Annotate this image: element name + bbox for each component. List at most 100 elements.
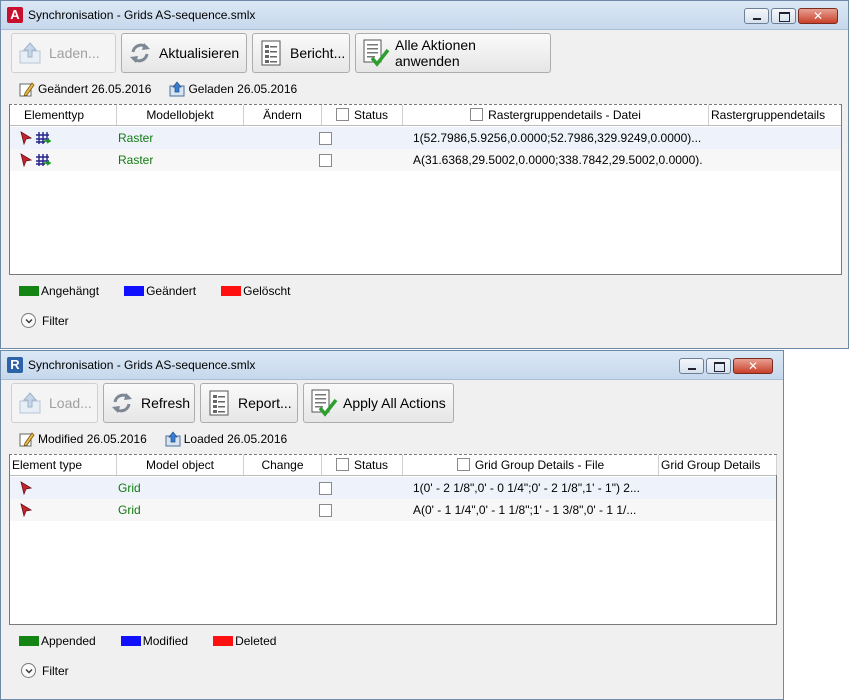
loaded-date: Geladen 26.05.2016 <box>188 82 298 96</box>
window-title: Synchronisation - Grids AS-sequence.smlx <box>28 8 256 22</box>
maximize-icon <box>779 12 790 22</box>
filter-expander[interactable]: Filter <box>21 313 69 328</box>
header-change[interactable]: Change <box>244 455 322 475</box>
close-icon: ✕ <box>747 359 759 373</box>
info-line: Geändert 26.05.2016 Geladen 26.05.2016 <box>19 81 297 97</box>
header-model-object[interactable]: Modellobjekt <box>117 105 244 125</box>
table-row[interactable]: Grid 1(0' - 2 1/8",0' - 0 1/4";0' - 2 1/… <box>10 477 776 499</box>
appended-swatch <box>19 286 39 296</box>
close-button[interactable]: ✕ <box>798 8 838 24</box>
load-icon <box>16 389 44 417</box>
grid-element-icon <box>35 153 51 167</box>
refresh-button-label: Aktualisieren <box>159 45 240 61</box>
header-element-type[interactable]: Element type <box>10 455 117 475</box>
header-model-object[interactable]: Model object <box>117 455 244 475</box>
legend-modified-label: Modified <box>142 634 189 648</box>
loaded-info: Geladen 26.05.2016 <box>169 81 297 97</box>
grid-element-icon <box>35 131 51 145</box>
legend-modified: Modified <box>120 634 189 648</box>
status-checkbox[interactable] <box>319 482 332 495</box>
header-details-file[interactable]: Rastergruppendetails - Datei <box>403 105 709 125</box>
header-details-file[interactable]: Grid Group Details - File <box>403 455 659 475</box>
minimize-button[interactable] <box>679 358 704 374</box>
legend-deleted-label: Deleted <box>235 634 277 648</box>
window-title: Synchronisation - Grids AS-sequence.smlx <box>28 358 256 372</box>
minimize-icon <box>753 18 761 20</box>
refresh-button-label: Refresh <box>141 395 191 411</box>
loaded-info: Loaded 26.05.2016 <box>165 431 287 447</box>
details-file-header-checkbox[interactable] <box>456 458 470 471</box>
loaded-date: Loaded 26.05.2016 <box>183 432 288 446</box>
maximize-button[interactable] <box>706 358 731 374</box>
details-file-cell: 1(52.7986,5.9256,0.0000;52.7986,329.9249… <box>413 131 702 145</box>
chevron-down-icon[interactable] <box>21 313 36 328</box>
header-element-type[interactable]: Elementtyp <box>10 105 117 125</box>
filter-expander[interactable]: Filter <box>21 663 69 678</box>
chevron-down-icon[interactable] <box>21 663 36 678</box>
modified-swatch <box>124 286 145 296</box>
legend-deleted-label: Gelöscht <box>243 284 291 298</box>
details-file-header-checkbox[interactable] <box>470 108 484 121</box>
table-row[interactable]: Grid A(0' - 1 1/4",0' - 1 1/8";1' - 1 3/… <box>10 499 776 521</box>
apply-all-actions-button[interactable]: Alle Aktionen anwenden <box>355 33 551 73</box>
header-details[interactable]: Grid Group Details <box>659 455 777 475</box>
legend-deleted: Gelöscht <box>221 284 290 298</box>
header-status-label: Status <box>353 108 389 122</box>
header-status-label: Status <box>353 458 389 472</box>
report-button[interactable]: Bericht... <box>252 33 350 73</box>
modified-date: Geändert 26.05.2016 <box>38 82 152 96</box>
model-object-cell: Grid <box>118 481 141 495</box>
load-button[interactable]: Load... <box>11 383 98 423</box>
apply-all-actions-label: Alle Aktionen anwenden <box>395 37 476 69</box>
element-arrow-icon <box>20 153 32 167</box>
report-button-label: Bericht... <box>290 45 346 61</box>
title-bar: R Synchronisation - Grids AS-sequence.sm… <box>1 351 783 380</box>
actions-grid[interactable]: Elementtyp Modellobjekt Ändern Status Ra… <box>9 104 842 275</box>
load-button-label: Load... <box>49 395 92 411</box>
header-details[interactable]: Rastergruppendetails <box>709 105 839 125</box>
header-status[interactable]: Status <box>322 455 403 475</box>
minimize-icon <box>688 368 696 370</box>
status-checkbox[interactable] <box>319 154 332 167</box>
deleted-swatch <box>213 636 234 646</box>
header-status[interactable]: Status <box>322 105 403 125</box>
legend: Angehängt Geändert Gelöscht <box>19 284 315 298</box>
sync-window-german: A Synchronisation - Grids AS-sequence.sm… <box>0 0 849 349</box>
grid-header: Elementtyp Modellobjekt Ändern Status Ra… <box>10 105 841 126</box>
minimize-button[interactable] <box>744 8 769 24</box>
status-checkbox[interactable] <box>319 504 332 517</box>
modified-info: Geändert 26.05.2016 <box>19 81 151 97</box>
close-button[interactable]: ✕ <box>733 358 773 374</box>
filter-label: Filter <box>42 313 69 328</box>
refresh-button[interactable]: Aktualisieren <box>121 33 247 73</box>
maximize-button[interactable] <box>771 8 796 24</box>
load-icon <box>16 39 44 67</box>
model-object-cell: Raster <box>118 131 154 145</box>
model-object-cell: Raster <box>118 153 154 167</box>
header-change[interactable]: Ändern <box>244 105 322 125</box>
apply-all-actions-button[interactable]: Apply All Actions <box>303 383 454 423</box>
element-arrow-icon <box>20 503 32 517</box>
element-arrow-icon <box>20 131 32 145</box>
apply-actions-icon <box>360 38 390 68</box>
status-checkbox[interactable] <box>319 132 332 145</box>
modified-pencil-icon <box>19 431 35 447</box>
appended-swatch <box>19 636 39 646</box>
refresh-button[interactable]: Refresh <box>103 383 195 423</box>
status-header-checkbox[interactable] <box>335 108 349 121</box>
actions-grid[interactable]: Element type Model object Change Status … <box>9 454 777 625</box>
load-button[interactable]: Laden... <box>11 33 116 73</box>
modified-pencil-icon <box>19 81 35 97</box>
revit-app-icon: R <box>7 357 23 373</box>
status-header-checkbox[interactable] <box>335 458 349 471</box>
legend-modified: Geändert <box>124 284 196 298</box>
deleted-swatch <box>221 286 242 296</box>
refresh-icon <box>126 39 154 67</box>
table-row[interactable]: Raster A(31.6368,29.5002,0.0000;338.7842… <box>10 149 841 171</box>
table-row[interactable]: Raster 1(52.7986,5.9256,0.0000;52.7986,3… <box>10 127 841 149</box>
report-button[interactable]: Report... <box>200 383 298 423</box>
apply-all-actions-label: Apply All Actions <box>343 395 446 411</box>
modified-swatch <box>120 636 141 646</box>
title-bar: A Synchronisation - Grids AS-sequence.sm… <box>1 1 848 30</box>
autocad-app-icon: A <box>7 7 23 23</box>
